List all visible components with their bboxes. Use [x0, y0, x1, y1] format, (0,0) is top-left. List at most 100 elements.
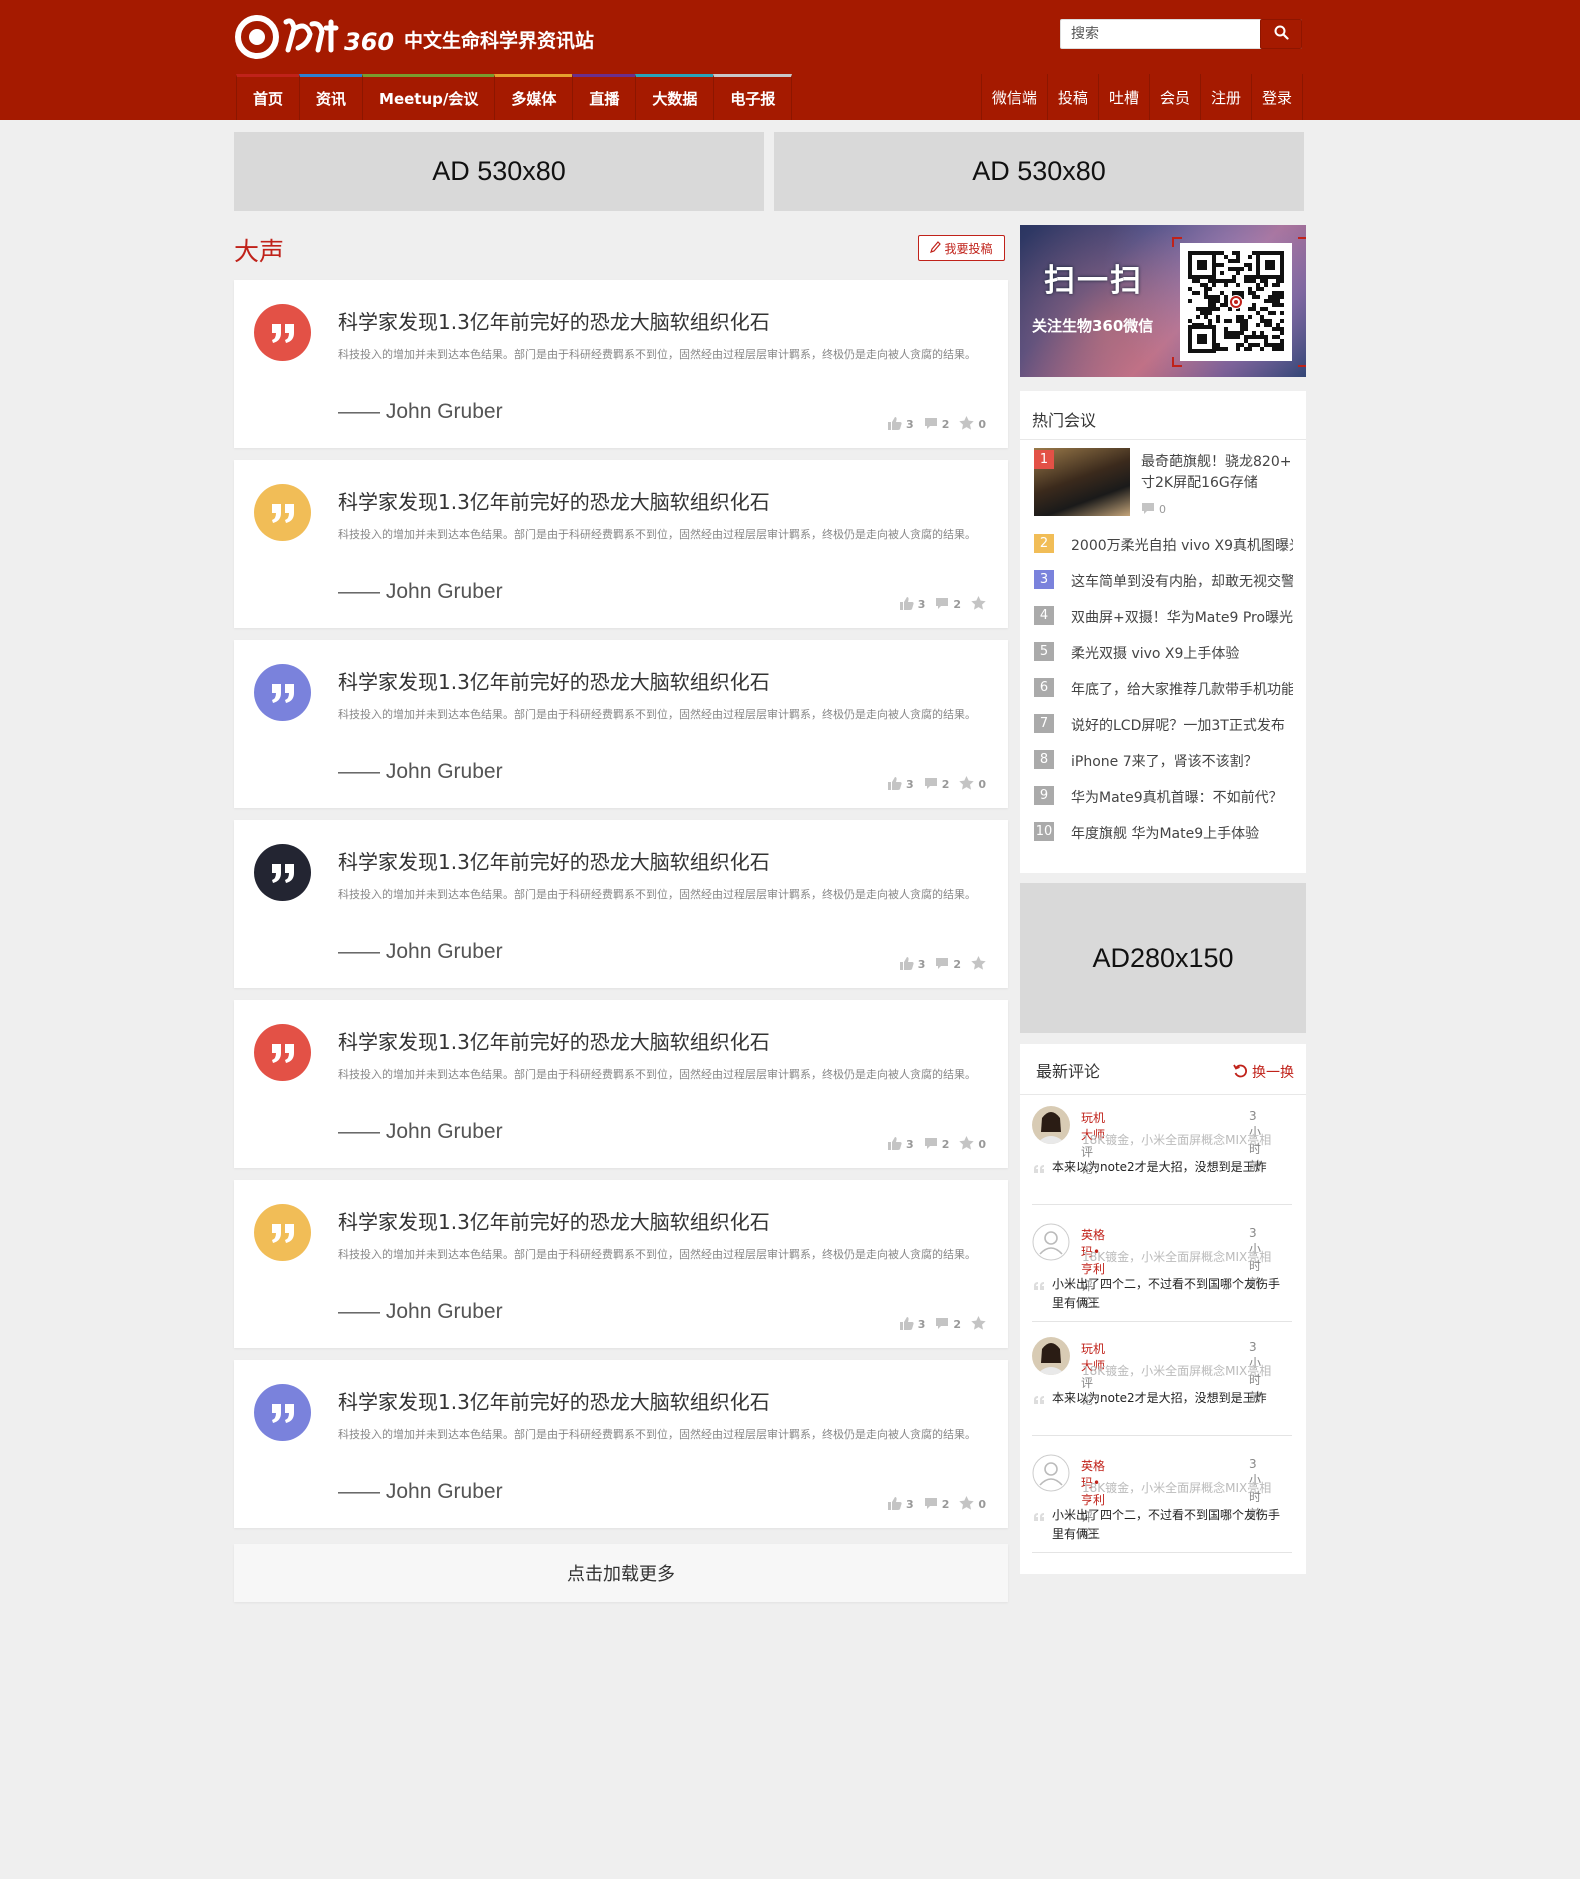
article-card[interactable]: 科学家发现1.3亿年前完好的恐龙大脑软组织化石 科技投入的增加并未到达本色结果。部…: [234, 460, 1008, 628]
hot-item[interactable]: 1 最奇葩旗舰！骁龙820+ 寸2K屏配16G存储 0: [1020, 448, 1306, 528]
like-count: 3: [917, 958, 926, 971]
nav-item-5[interactable]: 大数据: [635, 74, 714, 120]
nav-item-6[interactable]: 电子报: [713, 74, 793, 120]
search-button[interactable]: [1260, 19, 1302, 49]
comment-topic[interactable]: 18K镀金，小米全面屏概念MIX亮相: [1082, 1362, 1282, 1379]
article-card[interactable]: 科学家发现1.3亿年前完好的恐龙大脑软组织化石 科技投入的增加并未到达本色结果。部…: [234, 820, 1008, 988]
article-card[interactable]: 科学家发现1.3亿年前完好的恐龙大脑软组织化石 科技投入的增加并未到达本色结果。部…: [234, 280, 1008, 448]
hot-item-title[interactable]: iPhone 7来了，肾该不该割？: [1071, 751, 1293, 771]
article-card[interactable]: 科学家发现1.3亿年前完好的恐龙大脑软组织化石 科技投入的增加并未到达本色结果。部…: [234, 1360, 1008, 1528]
article-title[interactable]: 科学家发现1.3亿年前完好的恐龙大脑软组织化石: [338, 666, 770, 695]
like-button[interactable]: 3: [887, 416, 914, 433]
submit-article-button[interactable]: 我要投稿: [918, 235, 1005, 261]
hot-item-title[interactable]: 华为Mate9真机首曝：不如前代？: [1071, 787, 1293, 807]
comment-button[interactable]: 2: [935, 1317, 961, 1332]
article-title[interactable]: 科学家发现1.3亿年前完好的恐龙大脑软组织化石: [338, 306, 770, 335]
nav-item-0[interactable]: 首页: [236, 74, 300, 120]
hot-item[interactable]: 6 年底了，给大家推荐几款带手机功能: [1020, 677, 1306, 699]
user-nav-item-3[interactable]: 会员: [1148, 74, 1200, 120]
article-stats: 32: [899, 596, 986, 613]
like-button[interactable]: 3: [899, 956, 926, 973]
hot-item-title[interactable]: 这车简单到没有内胎，却敢无视交警: [1071, 571, 1293, 591]
hot-item[interactable]: 2 2000万柔光自拍 vivo X9真机图曝光: [1020, 533, 1306, 555]
hot-item[interactable]: 4 双曲屏+双摄！华为Mate9 Pro曝光: [1020, 605, 1306, 627]
article-title[interactable]: 科学家发现1.3亿年前完好的恐龙大脑软组织化石: [338, 486, 770, 515]
article-title[interactable]: 科学家发现1.3亿年前完好的恐龙大脑软组织化石: [338, 846, 770, 875]
site-logo[interactable]: 360: [234, 14, 394, 60]
favorite-button[interactable]: [971, 1316, 986, 1333]
article-title[interactable]: 科学家发现1.3亿年前完好的恐龙大脑软组织化石: [338, 1026, 770, 1055]
hot-item-comments: 0: [1141, 502, 1166, 517]
quote-open-icon: [1034, 1158, 1044, 1177]
article-card[interactable]: 科学家发现1.3亿年前完好的恐龙大脑软组织化石 科技投入的增加并未到达本色结果。部…: [234, 640, 1008, 808]
user-nav-item-4[interactable]: 注册: [1199, 74, 1251, 120]
hot-item-title[interactable]: 年底了，给大家推荐几款带手机功能: [1071, 679, 1293, 699]
comment-button[interactable]: 2: [924, 1497, 949, 1512]
hot-item-title[interactable]: 说好的LCD屏呢？一加3T正式发布: [1071, 715, 1293, 735]
user-avatar[interactable]: [1032, 1223, 1070, 1261]
user-nav-item-5[interactable]: 登录: [1250, 74, 1303, 120]
user-avatar[interactable]: [1032, 1337, 1070, 1375]
hot-item-title[interactable]: 年度旗舰 华为Mate9上手体验: [1071, 823, 1293, 843]
hot-item-title[interactable]: 柔光双摄 vivo X9上手体验: [1071, 643, 1293, 663]
article-author: —— John Gruber: [338, 1120, 503, 1143]
comment-button[interactable]: 2: [935, 597, 961, 612]
ad-top-right[interactable]: AD 530x80: [774, 132, 1304, 211]
like-button[interactable]: 3: [899, 1316, 925, 1333]
favorite-button[interactable]: 0: [959, 776, 986, 793]
favorite-button[interactable]: 0: [959, 416, 986, 433]
hot-item[interactable]: 10 年度旗舰 华为Mate9上手体验: [1020, 821, 1306, 843]
user-avatar[interactable]: [1032, 1454, 1070, 1492]
hot-item[interactable]: 9 华为Mate9真机首曝：不如前代？: [1020, 785, 1306, 807]
comment-button[interactable]: 2: [924, 417, 949, 432]
divider: [1020, 439, 1306, 440]
user-nav-item-1[interactable]: 投稿: [1046, 74, 1098, 120]
user-nav-item-0[interactable]: 微信端: [980, 74, 1047, 120]
nav-item-2[interactable]: Meetup/会议: [362, 74, 495, 120]
nav-item-3[interactable]: 多媒体: [494, 74, 573, 120]
qr-corner-mark: [1298, 357, 1306, 367]
favorite-button[interactable]: 0: [959, 1136, 986, 1153]
favorite-button[interactable]: [971, 596, 986, 613]
comment-body: 小米出了四个二，不过看不到国哪个友伤手里有俩王: [1052, 1508, 1281, 1541]
comment-icon: [935, 597, 949, 612]
thumbs-up-icon: [899, 596, 914, 613]
hot-rank-badge: 1: [1034, 450, 1054, 469]
comment-topic[interactable]: 18K镀金，小米全面屏概念MIX亮相: [1082, 1479, 1282, 1496]
ad-sidebar[interactable]: AD280x150: [1020, 883, 1306, 1033]
comment-button[interactable]: 2: [935, 957, 961, 972]
hot-item[interactable]: 5 柔光双摄 vivo X9上手体验: [1020, 641, 1306, 663]
comment-topic[interactable]: 18K镀金，小米全面屏概念MIX亮相: [1082, 1131, 1282, 1148]
user-avatar[interactable]: [1032, 1106, 1070, 1144]
like-button[interactable]: 3: [887, 1496, 914, 1513]
nav-item-1[interactable]: 资讯: [299, 74, 363, 120]
like-button[interactable]: 3: [899, 596, 925, 613]
hot-item-title[interactable]: 双曲屏+双摄！华为Mate9 Pro曝光: [1071, 607, 1293, 627]
comment-topic[interactable]: 18K镀金，小米全面屏概念MIX亮相: [1082, 1248, 1282, 1265]
article-title[interactable]: 科学家发现1.3亿年前完好的恐龙大脑软组织化石: [338, 1206, 770, 1235]
article-card[interactable]: 科学家发现1.3亿年前完好的恐龙大脑软组织化石 科技投入的增加并未到达本色结果。部…: [234, 1180, 1008, 1348]
hot-rank-badge: 10: [1034, 822, 1054, 841]
hot-item[interactable]: 7 说好的LCD屏呢？一加3T正式发布: [1020, 713, 1306, 735]
hot-item[interactable]: 8 iPhone 7来了，肾该不该割？: [1020, 749, 1306, 771]
favorite-button[interactable]: [971, 956, 986, 973]
user-nav-item-2[interactable]: 吐槽: [1097, 74, 1149, 120]
comment-button[interactable]: 2: [924, 1137, 949, 1152]
nav-item-4[interactable]: 直播: [572, 74, 636, 120]
hot-item-title[interactable]: 最奇葩旗舰！骁龙820+ 寸2K屏配16G存储: [1141, 452, 1301, 494]
wechat-qr-banner[interactable]: 扫一扫 关注生物360微信: [1020, 225, 1306, 377]
comment-button[interactable]: 2: [924, 777, 950, 792]
like-button[interactable]: 3: [887, 776, 914, 793]
article-card[interactable]: 科学家发现1.3亿年前完好的恐龙大脑软组织化石 科技投入的增加并未到达本色结果。部…: [234, 1000, 1008, 1168]
comment-icon: [1141, 502, 1155, 517]
comment-count: 2: [941, 778, 950, 791]
ad-top-left[interactable]: AD 530x80: [234, 132, 764, 211]
load-more-button[interactable]: 点击加载更多: [234, 1544, 1008, 1602]
article-title[interactable]: 科学家发现1.3亿年前完好的恐龙大脑软组织化石: [338, 1386, 770, 1415]
hot-item[interactable]: 3 这车简单到没有内胎，却敢无视交警: [1020, 569, 1306, 591]
star-icon: [959, 776, 975, 793]
refresh-comments-button[interactable]: 换一换: [1233, 1062, 1294, 1082]
favorite-button[interactable]: 0: [959, 1496, 986, 1513]
like-button[interactable]: 3: [887, 1136, 914, 1153]
hot-item-title[interactable]: 2000万柔光自拍 vivo X9真机图曝光: [1071, 535, 1293, 555]
